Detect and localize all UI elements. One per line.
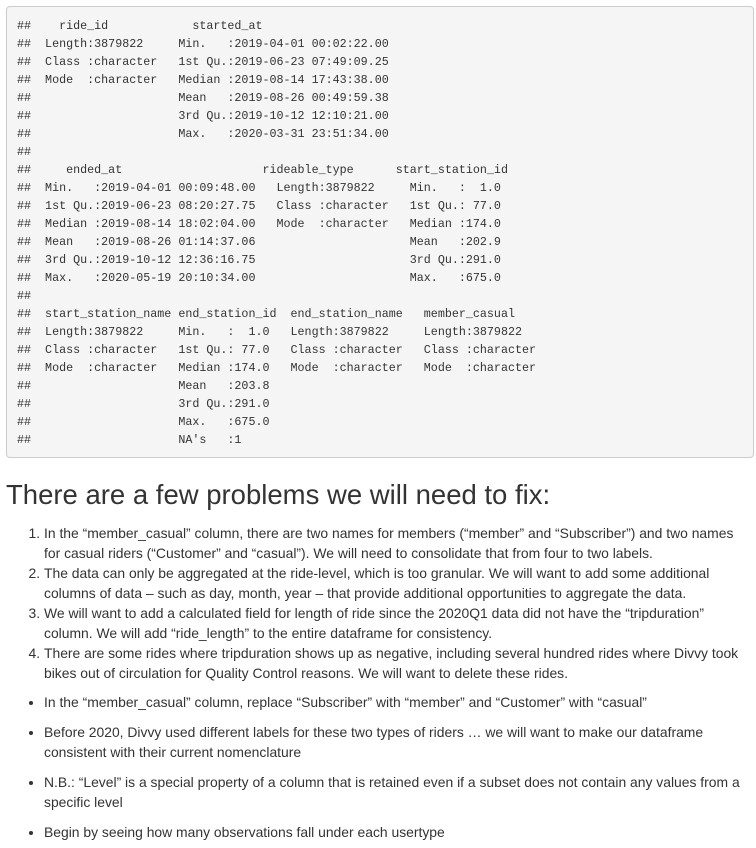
problem-item: In the “member_casual” column, there are… xyxy=(44,523,750,563)
problem-item: The data can only be aggregated at the r… xyxy=(44,563,750,603)
code-line: ## Max. :2020-05-19 20:10:34.00 Max. :67… xyxy=(17,271,515,285)
code-line: ## 3rd Qu.:2019-10-12 12:10:21.00 xyxy=(17,109,403,123)
code-line: ## xyxy=(17,145,403,159)
summary-output-text: ## ride_id started_at ## Length:3879822 … xyxy=(17,17,550,449)
code-line: ## Max. :675.0 xyxy=(17,415,551,429)
problem-item: We will want to add a calculated field f… xyxy=(44,603,750,643)
code-output-block: ## ride_id started_at ## Length:3879822 … xyxy=(6,6,754,458)
code-line: ## Median :2019-08-14 18:02:04.00 Mode :… xyxy=(17,217,515,231)
note-item: In the “member_casual” column, replace “… xyxy=(44,692,750,712)
code-line: ## Min. :2019-04-01 00:09:48.00 Length:3… xyxy=(17,181,515,195)
note-item: Before 2020, Divvy used different labels… xyxy=(44,722,750,762)
code-line: ## ended_at rideable_type start_station_… xyxy=(17,163,508,177)
code-line: ## Mean :203.8 xyxy=(17,379,551,393)
code-line: ## Mean :2019-08-26 00:49:59.38 xyxy=(17,91,403,105)
code-line: ## 1st Qu.:2019-06-23 08:20:27.75 Class … xyxy=(17,199,515,213)
code-line: ## 3rd Qu.:2019-10-12 12:36:16.75 3rd Qu… xyxy=(17,253,515,267)
code-line: ## ride_id started_at xyxy=(17,19,396,33)
note-item: N.B.: “Level” is a special property of a… xyxy=(44,772,750,812)
code-line: ## xyxy=(17,289,515,303)
section-heading: There are a few problems we will need to… xyxy=(6,479,551,510)
code-line: ## NA's :1 xyxy=(17,433,242,447)
code-line: ## Length:3879822 Min. :2019-04-01 00:02… xyxy=(17,37,403,51)
code-line: ## Mode :character Median :2019-08-14 17… xyxy=(17,73,403,87)
notes-list: In the “member_casual” column, replace “… xyxy=(44,692,750,848)
code-line: ## 3rd Qu.:291.0 xyxy=(17,397,551,411)
problems-list: In the “member_casual” column, there are… xyxy=(44,523,750,683)
code-line: ## Max. :2020-03-31 23:51:34.00 xyxy=(17,127,403,141)
note-item: Begin by seeing how many observations fa… xyxy=(44,822,750,842)
code-line: ## start_station_name end_station_id end… xyxy=(17,307,551,321)
code-line: ## Mode :character Median :174.0 Mode :c… xyxy=(17,361,551,375)
code-line: ## Mean :2019-08-26 01:14:37.06 Mean :20… xyxy=(17,235,515,249)
problem-item: There are some rides where tripduration … xyxy=(44,643,750,683)
code-line: ## Length:3879822 Min. : 1.0 Length:3879… xyxy=(17,325,551,339)
code-line: ## Class :character 1st Qu.: 77.0 Class … xyxy=(17,343,551,357)
code-line: ## Class :character 1st Qu.:2019-06-23 0… xyxy=(17,55,403,69)
